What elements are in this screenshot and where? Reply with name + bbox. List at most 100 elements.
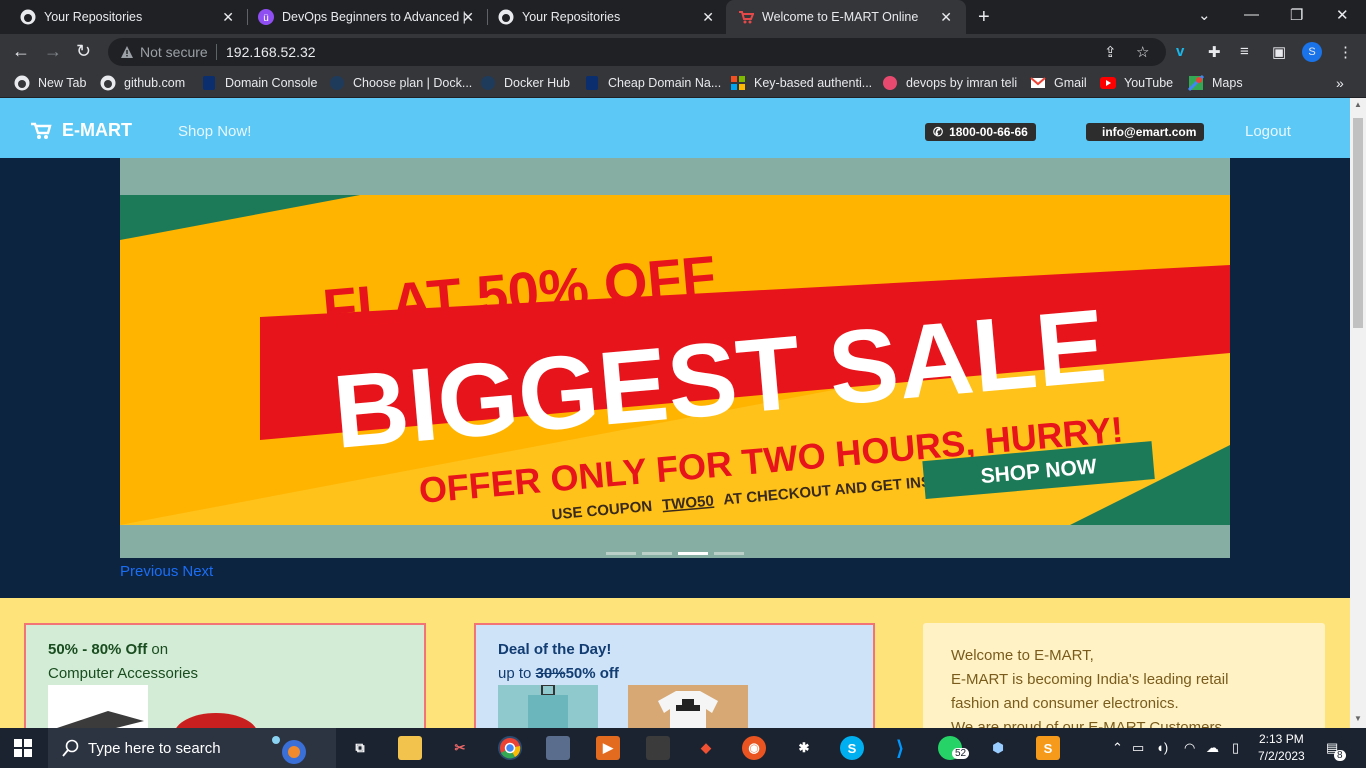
media-control-icon[interactable]: ≡ [1240,43,1249,60]
logout-link[interactable]: Logout [1245,123,1291,140]
email-address: info@emart.com [1102,125,1197,139]
close-icon[interactable]: ✕ [940,9,952,26]
carousel-indicator-4[interactable] [714,552,744,555]
tshirt-image[interactable] [628,685,748,728]
page-scrollbar[interactable]: ▲ ▼ [1350,98,1366,728]
bookmark-cheap-domain[interactable]: Cheap Domain Na... [584,75,721,91]
profile-avatar[interactable]: S [1302,42,1322,62]
chrome-icon[interactable] [498,736,522,760]
vimeo-extension-icon[interactable]: v [1176,43,1184,60]
not-secure-label: Not secure [140,44,208,60]
windows-start-icon[interactable] [14,739,32,757]
side-panel-icon[interactable]: ▣ [1272,43,1286,61]
image-editor-icon[interactable] [646,736,670,760]
bookmark-choose-plan-docker[interactable]: Choose plan | Dock... [329,75,472,91]
card1-heading: 50% - 80% Off on [48,641,168,658]
scroll-up-arrow-icon[interactable]: ▲ [1354,100,1362,109]
bookmark-devops-imran[interactable]: devops by imran teli [882,75,1017,91]
scroll-down-arrow-icon[interactable]: ▼ [1354,714,1362,723]
tab-your-repositories-1[interactable]: Your Repositories ✕ [0,0,248,34]
tab-devops-course[interactable]: ü DevOps Beginners to Advanced | ✕ [238,0,488,34]
card2-subheading: up to 30%50% off [498,665,619,682]
slack-icon[interactable]: ✱ [792,736,816,760]
cart-icon [738,9,754,25]
bookmark-docker-hub[interactable]: Docker Hub [480,75,570,91]
share-icon[interactable]: ⇪ [1104,43,1117,61]
carousel-indicator-1[interactable] [606,552,636,555]
virtualbox-icon[interactable]: ⬢ [986,736,1010,760]
skype-icon[interactable]: S [840,736,864,760]
tab-search-chevron-icon[interactable]: ⌄ [1198,6,1211,24]
forward-arrow-icon[interactable]: → [44,42,62,60]
bookmark-new-tab[interactable]: New Tab [14,75,86,91]
minimize-icon[interactable]: — [1244,6,1259,23]
ubuntu-icon[interactable]: ◉ [742,736,766,760]
file-explorer-icon[interactable] [398,736,422,760]
sublime-text-icon[interactable]: S [1036,736,1060,760]
scrollbar-thumb[interactable] [1353,118,1363,328]
wifi-icon[interactable]: ◠ [1184,740,1195,756]
bookmark-github[interactable]: github.com [100,75,185,91]
udemy-icon: ü [258,9,274,25]
menu-kebab-icon[interactable]: ⋮ [1338,43,1353,61]
close-icon[interactable]: ✕ [222,9,234,26]
luggage-image[interactable] [498,684,598,728]
promo-carousel[interactable]: FLAT 50% OFF BIGGEST SALE OFFER ONLY FOR… [120,158,1230,558]
show-hidden-icons-icon[interactable]: ⌃ [1112,740,1123,756]
bookmark-star-icon[interactable]: ☆ [1136,43,1149,61]
security-indicator[interactable]: Not secure [120,44,208,60]
card2-old-discount: 30% [535,665,566,682]
close-window-icon[interactable]: ✕ [1336,6,1349,24]
biggest-sale-banner[interactable]: FLAT 50% OFF BIGGEST SALE OFFER ONLY FOR… [120,195,1230,525]
bookmark-key-based-auth[interactable]: Key-based authenti... [730,75,872,91]
email-badge[interactable]: info@emart.com [1086,123,1205,141]
onedrive-cloud-icon[interactable]: ☁ [1206,740,1219,756]
bookmark-youtube[interactable]: YouTube [1100,75,1173,91]
card2-heading: Deal of the Day! [498,641,612,658]
battery-icon[interactable]: ▭ [1132,740,1144,756]
tab-emart-active[interactable]: Welcome to E-MART Online ✕ [726,0,966,34]
remote-desktop-icon[interactable] [546,736,570,760]
carousel-indicator-2[interactable] [642,552,672,555]
brand-link[interactable]: E-MART [30,120,132,141]
svg-text:ü: ü [263,13,269,24]
bookmark-domain-console[interactable]: Domain Console [201,75,317,91]
phone-badge[interactable]: ✆ 1800-00-66-66 [925,123,1036,141]
tab-your-repositories-2[interactable]: Your Repositories ✕ [478,0,728,34]
offer-card-deal-of-the-day[interactable]: Deal of the Day! up to 30%50% off [474,623,875,728]
shop-now-link[interactable]: Shop Now! [178,123,251,140]
url-text[interactable]: 192.168.52.32 [226,44,316,60]
address-bar[interactable]: Not secure 192.168.52.32 [108,38,1166,66]
close-icon[interactable]: ✕ [462,9,474,26]
youtube-icon [1100,75,1116,91]
close-icon[interactable]: ✕ [702,9,714,26]
bookmark-label: Docker Hub [504,76,570,90]
volume-icon[interactable]: ◖) [1156,740,1168,755]
taskbar-search-box[interactable]: Type here to search [48,728,336,768]
task-view-icon[interactable]: ⧉ [348,736,372,760]
bookmarks-overflow-icon[interactable]: » [1336,75,1344,91]
phone-link-icon[interactable]: ▯ [1232,740,1239,756]
back-arrow-icon[interactable]: ← [12,42,30,60]
maximize-icon[interactable]: ❐ [1290,6,1303,24]
system-clock[interactable]: 2:13 PM 7/2/2023 [1258,731,1305,765]
card2-new-discount: 50% off [565,665,619,682]
maps-icon [1188,75,1204,91]
carousel-indicator-3-active[interactable] [678,552,708,555]
bookmark-gmail[interactable]: Gmail [1030,75,1087,91]
github-icon [14,75,30,91]
media-player-icon[interactable]: ▶ [596,736,620,760]
git-icon[interactable]: ◆ [694,736,718,760]
carousel-previous[interactable]: Previous [120,563,178,580]
carousel-next[interactable]: Next [182,563,213,580]
offer-card-computer-accessories[interactable]: 50% - 80% Off on Computer Accessories [24,623,426,728]
mouse-image[interactable] [166,705,256,728]
bookmark-maps[interactable]: Maps [1188,75,1243,91]
reload-icon[interactable]: ↻ [76,42,91,60]
vscode-icon[interactable]: ⟩ [888,736,912,760]
new-tab-button[interactable]: + [978,6,990,29]
extensions-puzzle-icon[interactable]: ✚ [1208,43,1221,61]
brand-name: E-MART [62,120,132,140]
snipping-tool-icon[interactable]: ✂ [448,736,472,760]
keyboard-image[interactable] [48,685,148,728]
